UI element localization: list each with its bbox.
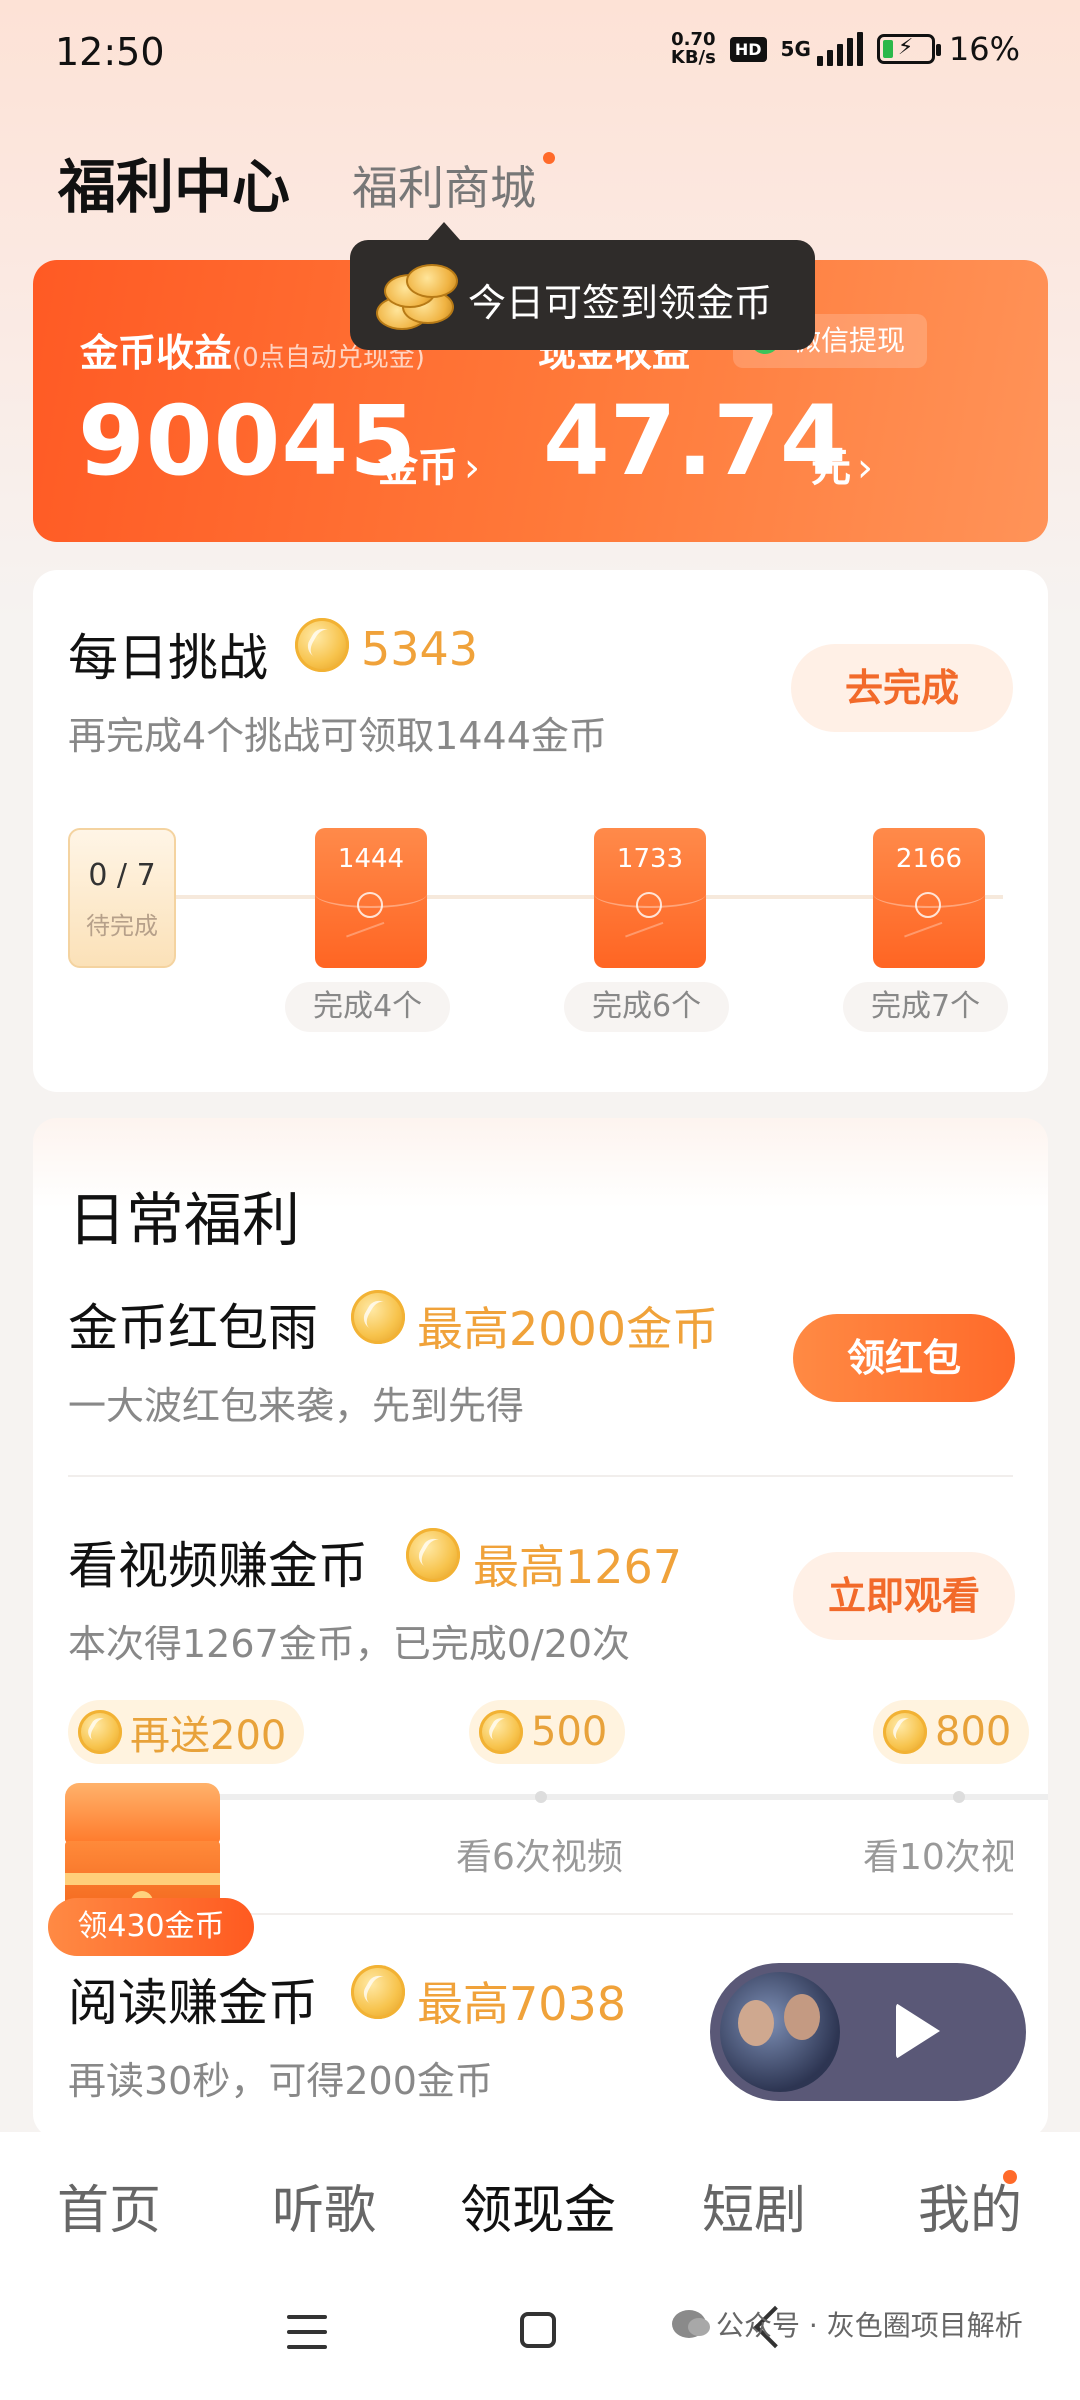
page-title[interactable]: 福利中心: [58, 140, 290, 224]
menu-icon[interactable]: [287, 2315, 327, 2349]
cash-unit[interactable]: 元 ›: [811, 435, 873, 493]
challenge-progress-badge: 0 / 7 待完成: [68, 828, 176, 968]
wechat-icon: [672, 2310, 710, 2338]
chevron-right-icon: ›: [464, 445, 480, 491]
tab-short-drama[interactable]: 短剧: [702, 2168, 806, 2243]
battery-icon: ⚡: [876, 34, 941, 64]
read-highlight: 最高7038: [417, 1977, 627, 2031]
video-bonus-badge: 再送200: [68, 1700, 305, 1764]
coin-icon: [883, 1710, 927, 1754]
tab-music[interactable]: 听歌: [272, 2168, 376, 2243]
daily-challenge-card: 每日挑战 5343 再完成4个挑战可领取1444金币 去完成 0 / 7 待完成…: [33, 570, 1048, 1092]
claim-chest-button[interactable]: 领430金币: [48, 1898, 254, 1956]
tab-get-cash[interactable]: 领现金: [460, 2168, 616, 2243]
video-bonus-badge: 800: [873, 1700, 1030, 1764]
video-highlight: 最高1267: [473, 1540, 683, 1594]
chevron-right-icon: ›: [857, 445, 873, 491]
tab-home[interactable]: 首页: [57, 2168, 161, 2243]
status-bar: 12:50 0.70 KB/s HD 5G ⚡ 16%: [0, 0, 1080, 110]
coins-unit[interactable]: 金币 ›: [378, 435, 480, 493]
daily-benefits-title: 日常福利: [68, 1186, 301, 1254]
claim-red-envelope-button[interactable]: 领红包: [793, 1314, 1015, 1402]
coin-icon: [351, 1290, 405, 1344]
red-envelope-icon[interactable]: 1444: [315, 828, 427, 968]
play-icon[interactable]: [896, 2003, 940, 2059]
red-envelope-rain-title: 金币红包雨: [68, 1299, 318, 1357]
daily-challenge-title: 每日挑战: [68, 629, 268, 687]
video-thumbnail[interactable]: [720, 1972, 840, 2092]
go-complete-button[interactable]: 去完成: [791, 644, 1013, 732]
video-step-label: 看10次视: [863, 1837, 1013, 1878]
signal-icon: [816, 32, 863, 66]
challenge-coins: 5343: [361, 622, 479, 676]
read-subtitle: 再读30秒，可得200金币: [68, 2059, 493, 2103]
challenge-progress-track: [103, 895, 1003, 899]
coin-icon: [406, 1528, 460, 1582]
system-nav-bar: 公众号 · 灰色圈项目解析: [0, 2272, 1080, 2400]
watermark: 公众号 · 灰色圈项目解析: [672, 2304, 1023, 2344]
progress-dot: [953, 1791, 965, 1803]
mini-player[interactable]: [710, 1963, 1026, 2101]
coins-balance[interactable]: 90045: [78, 385, 417, 497]
notification-dot: [543, 152, 555, 164]
coin-icon: [351, 1965, 405, 2019]
milestone-label: 完成7个: [843, 982, 1009, 1032]
coin-icon: [295, 618, 349, 672]
challenge-subtitle: 再完成4个挑战可领取1444金币: [68, 714, 607, 758]
watch-video-title: 看视频赚金币: [68, 1537, 368, 1595]
rain-highlight: 最高2000金币: [417, 1302, 719, 1356]
video-bonus-badge: 500: [469, 1700, 626, 1764]
divider: [68, 1475, 1013, 1477]
cash-balance[interactable]: 47.74: [543, 385, 847, 497]
notification-dot: [1003, 2170, 1017, 2184]
video-step-label: 看6次视频: [456, 1837, 623, 1878]
video-subtitle: 本次得1267金币，已完成0/20次: [68, 1622, 631, 1666]
home-icon[interactable]: [520, 2312, 556, 2348]
network-label: 5G: [780, 37, 811, 61]
coin-stack-icon: [372, 260, 458, 332]
status-icons: 0.70 KB/s HD 5G ⚡ 16%: [671, 30, 1020, 68]
red-envelope-icon[interactable]: 1733: [594, 828, 706, 968]
net-speed: 0.70 KB/s: [670, 29, 716, 68]
coin-icon: [479, 1710, 523, 1754]
lock-icon: [636, 892, 662, 918]
milestone-label: 完成4个: [285, 982, 451, 1032]
hd-badge: HD: [729, 36, 767, 62]
sign-in-tooltip[interactable]: 今日可签到领金币: [350, 222, 815, 350]
coin-icon: [78, 1710, 122, 1754]
lock-icon: [915, 892, 941, 918]
battery-percent: 16%: [948, 30, 1020, 68]
lock-icon: [357, 892, 383, 918]
status-time: 12:50: [55, 30, 165, 74]
milestone-label: 完成6个: [564, 982, 730, 1032]
video-progress-track: [193, 1794, 1048, 1800]
red-envelope-icon[interactable]: 2166: [873, 828, 985, 968]
progress-dot: [535, 1791, 547, 1803]
watch-now-button[interactable]: 立即观看: [793, 1552, 1015, 1640]
rain-subtitle: 一大波红包来袭，先到先得: [68, 1384, 525, 1428]
tooltip-text: 今日可签到领金币: [468, 281, 773, 325]
tab-welfare-mall[interactable]: 福利商城: [352, 152, 536, 218]
bottom-tab-bar: 首页 听歌 领现金 短剧 我的: [0, 2132, 1080, 2272]
